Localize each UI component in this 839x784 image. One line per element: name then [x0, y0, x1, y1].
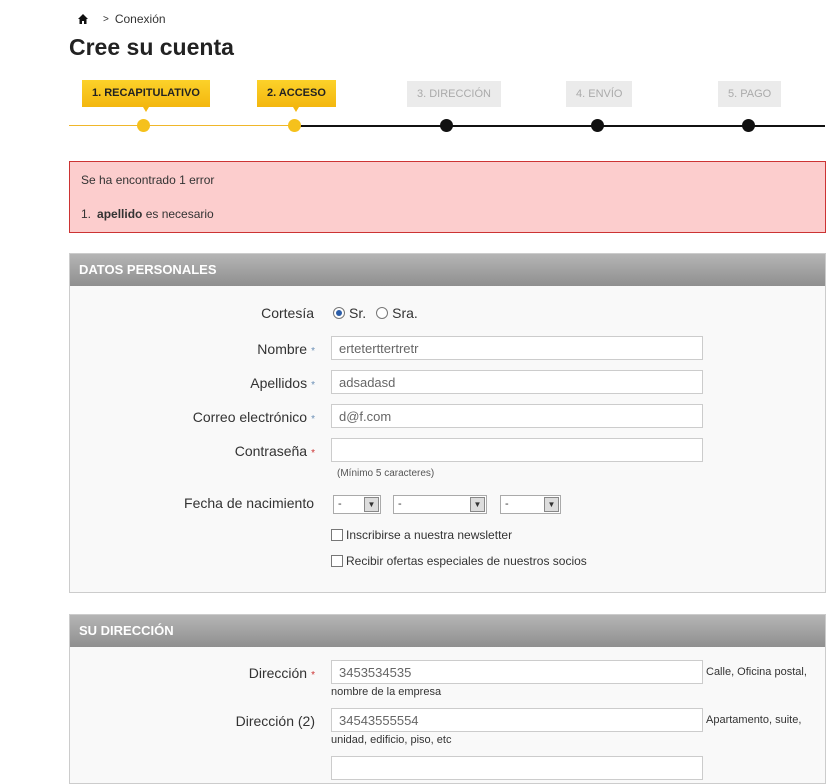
- step-payment: 5. PAGO: [718, 81, 782, 107]
- address2-hint-2: unidad, edificio, piso, etc: [331, 734, 452, 746]
- email-label: Correo electrónico *: [192, 409, 315, 425]
- next-input[interactable]: [331, 756, 703, 780]
- birth-month-select[interactable]: - ▼: [393, 495, 487, 514]
- password-hint: (Mínimo 5 caracteres): [337, 468, 435, 479]
- courtesy-label: Cortesía: [261, 305, 314, 321]
- checkout-steps: 1. RECAPITULATIVO 2. ACCESO 3. DIRECCIÓN…: [69, 80, 825, 135]
- first-name-input[interactable]: [331, 336, 703, 360]
- step-summary[interactable]: 1. RECAPITULATIVO: [82, 80, 210, 112]
- error-field: apellido: [97, 207, 143, 221]
- breadcrumb: > Conexión: [77, 12, 166, 26]
- radio-mr[interactable]: Sr.: [333, 305, 366, 321]
- step-shipping: 4. ENVÍO: [566, 81, 633, 107]
- step-dot: [288, 119, 301, 132]
- address-section: SU DIRECCIÓN Dirección* Calle, Oficina p…: [69, 614, 826, 784]
- address2-hint: Apartamento, suite,: [706, 714, 802, 726]
- password-label: Contraseña *: [234, 443, 315, 459]
- address1-label: Dirección *: [248, 665, 315, 681]
- step-dot: [440, 119, 453, 132]
- step-dot: [137, 119, 150, 132]
- radio-mr-label: Sr.: [349, 305, 367, 321]
- page-title: Cree su cuenta: [69, 34, 234, 60]
- address1-hint-2: nombre de la empresa: [331, 686, 442, 698]
- step-dot: [591, 119, 604, 132]
- breadcrumb-current: Conexión: [114, 12, 166, 26]
- error-msg: es necesario: [142, 207, 214, 221]
- personal-data-section: DATOS PERSONALES Cortesía Sr. Sra. Nombr…: [69, 253, 826, 593]
- step-address: 3. DIRECCIÓN: [407, 81, 501, 107]
- birth-day-select[interactable]: - ▼: [333, 495, 381, 514]
- birthdate-label: Fecha de nacimiento: [184, 495, 314, 511]
- step-access[interactable]: 2. ACCESO: [257, 80, 336, 112]
- chevron-down-icon: ▼: [470, 497, 485, 512]
- radio-mrs-label: Sra.: [392, 305, 418, 321]
- password-input[interactable]: [331, 438, 703, 462]
- breadcrumb-separator: >: [103, 13, 109, 25]
- chevron-down-icon: ▼: [544, 497, 559, 512]
- email-input[interactable]: [331, 404, 703, 428]
- error-title: Se ha encontrado 1 error: [81, 173, 215, 187]
- address1-hint: Calle, Oficina postal,: [706, 666, 807, 678]
- offers-checkbox[interactable]: Recibir ofertas especiales de nuestros s…: [331, 554, 587, 568]
- address2-label: Dirección (2): [235, 713, 315, 729]
- address2-input[interactable]: [331, 708, 703, 732]
- section-header: DATOS PERSONALES: [70, 254, 825, 286]
- home-icon[interactable]: [77, 13, 89, 25]
- section-header: SU DIRECCIÓN: [70, 615, 825, 647]
- birth-year-select[interactable]: - ▼: [500, 495, 561, 514]
- progress-line-done: [69, 125, 295, 126]
- error-num: 1.: [81, 207, 92, 221]
- newsletter-checkbox[interactable]: Inscribirse a nuestra newsletter: [331, 528, 512, 542]
- address1-input[interactable]: [331, 660, 703, 684]
- chevron-down-icon: ▼: [364, 497, 379, 512]
- step-dot: [742, 119, 755, 132]
- offers-label: Recibir ofertas especiales de nuestros s…: [346, 554, 587, 568]
- first-name-label: Nombre *: [257, 341, 315, 357]
- last-name-input[interactable]: [331, 370, 703, 394]
- error-box: Se ha encontrado 1 error 1. apellido es n…: [69, 161, 826, 233]
- newsletter-label: Inscribirse a nuestra newsletter: [346, 528, 513, 542]
- radio-mrs[interactable]: Sra.: [376, 305, 418, 321]
- error-item: 1. apellido es necesario: [81, 207, 814, 221]
- last-name-label: Apellidos *: [250, 375, 315, 391]
